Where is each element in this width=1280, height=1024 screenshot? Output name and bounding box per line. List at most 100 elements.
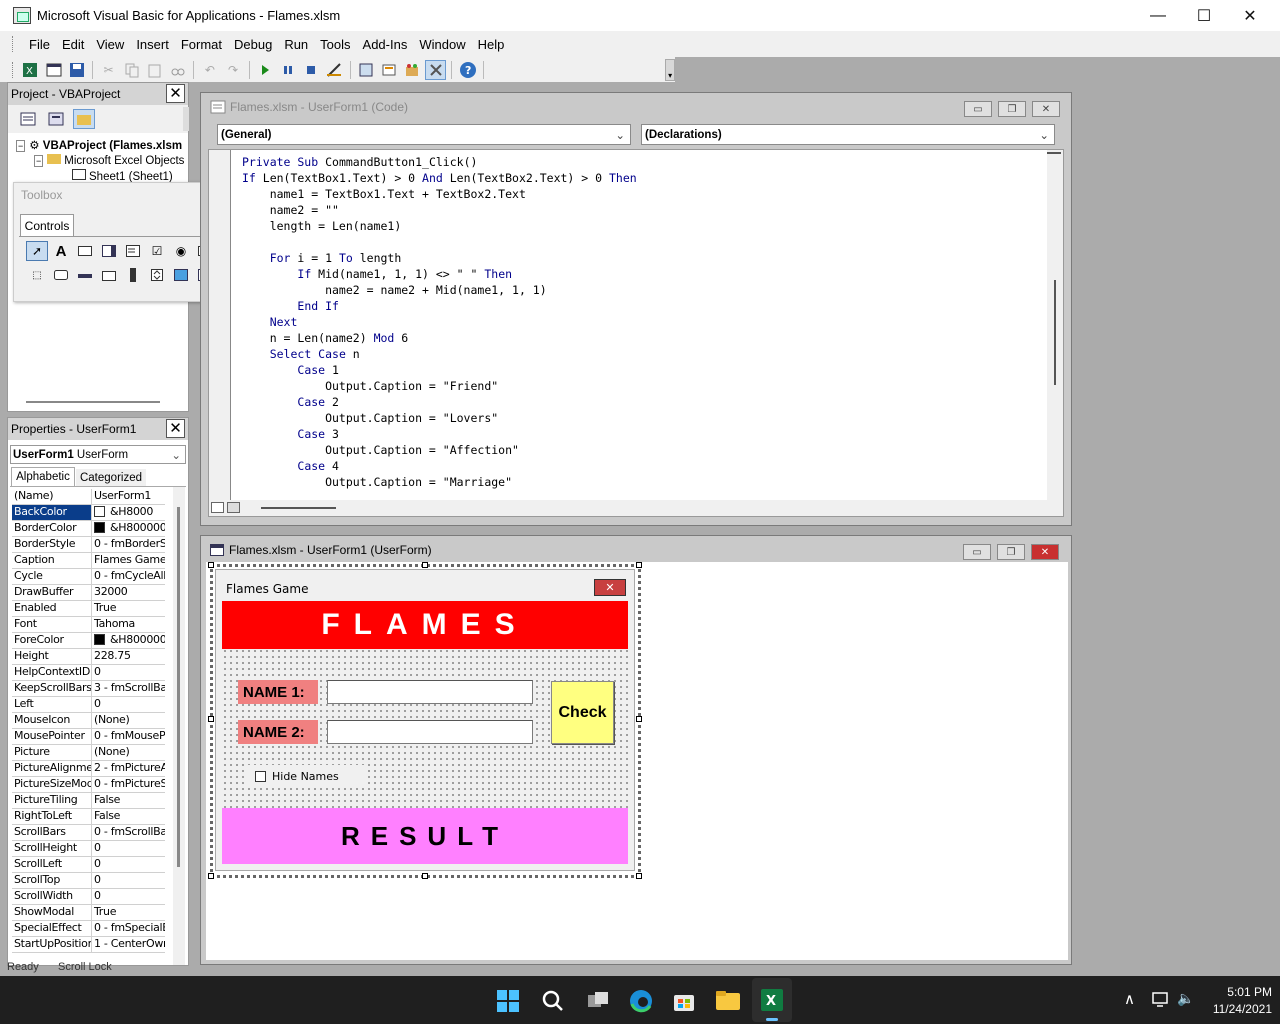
insert-userform-button[interactable] bbox=[43, 60, 64, 80]
break-button[interactable] bbox=[278, 60, 299, 80]
menu-help[interactable]: Help bbox=[472, 37, 511, 52]
property-row[interactable]: BorderColor &H800000 bbox=[12, 521, 165, 537]
property-value[interactable]: 0 bbox=[92, 857, 165, 872]
property-value[interactable]: 0 - fmScrollBar bbox=[92, 825, 165, 840]
tool-checkbox[interactable]: ☑ bbox=[146, 241, 168, 261]
property-row[interactable]: PictureAlignmen 2 - fmPictureAl bbox=[12, 761, 165, 777]
resize-handle[interactable] bbox=[208, 716, 214, 722]
property-row[interactable]: KeepScrollBarsV 3 - fmScrollBar bbox=[12, 681, 165, 697]
property-row[interactable]: Left 0 bbox=[12, 697, 165, 713]
designer-minimize-button[interactable]: ▭ bbox=[963, 544, 991, 560]
name2-textbox[interactable] bbox=[327, 720, 533, 744]
view-excel-button[interactable]: X bbox=[20, 60, 41, 80]
property-value[interactable]: (None) bbox=[92, 745, 165, 760]
volume-icon[interactable]: 🔈 bbox=[1177, 990, 1194, 1007]
property-row[interactable]: Picture (None) bbox=[12, 745, 165, 761]
reset-button[interactable] bbox=[301, 60, 322, 80]
minimize-button[interactable]: — bbox=[1135, 0, 1181, 31]
scroll-thumb[interactable] bbox=[1054, 280, 1056, 385]
code-minimize-button[interactable]: ▭ bbox=[964, 101, 992, 117]
property-row[interactable]: ScrollHeight 0 bbox=[12, 841, 165, 857]
menu-edit[interactable]: Edit bbox=[56, 37, 90, 52]
property-row[interactable]: ScrollTop 0 bbox=[12, 873, 165, 889]
code-line[interactable]: If Len(TextBox1.Text) > 0 And Len(TextBo… bbox=[242, 170, 1042, 186]
property-row[interactable]: PictureTiling False bbox=[12, 793, 165, 809]
toolbox-button[interactable] bbox=[424, 59, 447, 80]
hscroll-thumb[interactable] bbox=[261, 507, 336, 509]
code-line[interactable]: Output.Caption = "Lovers" bbox=[242, 410, 1042, 426]
code-line[interactable]: End If bbox=[242, 298, 1042, 314]
code-line[interactable]: Output.Caption = "Friend" bbox=[242, 378, 1042, 394]
code-editor[interactable]: Private Sub CommandButton1_Click() If Len… bbox=[208, 149, 1064, 517]
paste-button[interactable] bbox=[144, 60, 165, 80]
property-row[interactable]: MouseIcon (None) bbox=[12, 713, 165, 729]
property-value[interactable]: 3 - fmScrollBar bbox=[92, 681, 165, 696]
property-row[interactable]: RightToLeft False bbox=[12, 809, 165, 825]
code-line[interactable]: Select Case n bbox=[242, 346, 1042, 362]
help-button[interactable]: ? bbox=[457, 60, 478, 80]
property-value[interactable]: 228.75 bbox=[92, 649, 165, 664]
property-value[interactable]: UserForm1 bbox=[92, 489, 165, 504]
check-button[interactable]: Check bbox=[551, 681, 614, 744]
resize-handle[interactable] bbox=[636, 562, 642, 568]
run-button[interactable] bbox=[254, 60, 275, 80]
object-combo[interactable]: (General) ⌄ bbox=[217, 124, 631, 145]
property-row[interactable]: Font Tahoma bbox=[12, 617, 165, 633]
excel-taskbar-button[interactable]: X bbox=[752, 978, 792, 1022]
property-row[interactable]: ForeColor &H800000 bbox=[12, 633, 165, 649]
split-bar[interactable] bbox=[1047, 152, 1061, 154]
tool-listbox[interactable] bbox=[122, 241, 144, 261]
procedure-view-button[interactable] bbox=[211, 502, 224, 513]
menu-file[interactable]: File bbox=[23, 37, 56, 52]
menu-window[interactable]: Window bbox=[413, 37, 471, 52]
property-row[interactable]: Enabled True bbox=[12, 601, 165, 617]
toggle-folders-button[interactable] bbox=[73, 109, 95, 129]
form-close-button[interactable]: ✕ bbox=[594, 579, 626, 596]
procedure-combo[interactable]: (Declarations) ⌄ bbox=[641, 124, 1055, 145]
code-line[interactable]: name1 = TextBox1.Text + TextBox2.Text bbox=[242, 186, 1042, 202]
menu-add-ins[interactable]: Add-Ins bbox=[357, 37, 414, 52]
code-restore-button[interactable]: ❐ bbox=[998, 101, 1026, 117]
name1-textbox[interactable] bbox=[327, 680, 533, 704]
property-value[interactable]: 0 bbox=[92, 665, 165, 680]
property-value[interactable]: 0 - fmMousePo bbox=[92, 729, 165, 744]
code-text[interactable]: Private Sub CommandButton1_Click() If Len… bbox=[242, 154, 1042, 498]
code-line[interactable]: Next bbox=[242, 314, 1042, 330]
property-value[interactable]: True bbox=[92, 601, 165, 616]
property-row[interactable]: Caption Flames Game bbox=[12, 553, 165, 569]
property-value[interactable]: 32000 bbox=[92, 585, 165, 600]
property-row[interactable]: BorderStyle 0 - fmBorderSt bbox=[12, 537, 165, 553]
project-explorer-button[interactable] bbox=[356, 60, 377, 80]
properties-close-button[interactable]: ✕ bbox=[166, 419, 185, 438]
tool-frame[interactable]: ⬚ bbox=[26, 265, 48, 285]
code-line[interactable]: Case 4 bbox=[242, 458, 1042, 474]
clock[interactable]: 5:01 PM 11/24/2021 bbox=[1200, 984, 1272, 1018]
properties-window-button[interactable] bbox=[379, 60, 400, 80]
tree-item-sheet1[interactable]: Sheet1 (Sheet1) bbox=[72, 169, 173, 183]
project-toolbar-scroll[interactable] bbox=[183, 107, 189, 131]
chevron-up-icon[interactable]: ∧ bbox=[1124, 990, 1135, 1008]
tool-commandbutton[interactable] bbox=[50, 265, 72, 285]
store-button[interactable] bbox=[671, 988, 697, 1014]
code-vscrollbar[interactable] bbox=[1047, 150, 1063, 500]
tool-image[interactable] bbox=[170, 265, 192, 285]
save-button[interactable] bbox=[66, 60, 87, 80]
redo-button[interactable]: ↷ bbox=[222, 60, 243, 80]
menu-tools[interactable]: Tools bbox=[314, 37, 356, 52]
property-value[interactable]: (None) bbox=[92, 713, 165, 728]
code-line[interactable]: n = Len(name2) Mod 6 bbox=[242, 330, 1042, 346]
tab-alphabetic[interactable]: Alphabetic bbox=[11, 467, 75, 486]
maximize-button[interactable]: ☐ bbox=[1181, 0, 1227, 31]
property-row[interactable]: PictureSizeMode 0 - fmPictureSi bbox=[12, 777, 165, 793]
property-row[interactable]: ScrollLeft 0 bbox=[12, 857, 165, 873]
property-value[interactable]: 0 - fmCycleAllF bbox=[92, 569, 165, 584]
property-value[interactable]: False bbox=[92, 809, 165, 824]
designer-restore-button[interactable]: ❐ bbox=[997, 544, 1025, 560]
menu-format[interactable]: Format bbox=[175, 37, 228, 52]
tree-item-excel-objects[interactable]: − Microsoft Excel Objects bbox=[34, 154, 184, 167]
property-value[interactable]: 1 - CenterOwn bbox=[92, 937, 165, 952]
property-value[interactable]: 0 - fmBorderSt bbox=[92, 537, 165, 552]
code-line[interactable]: For i = 1 To length bbox=[242, 250, 1042, 266]
toolbar-overflow-button[interactable]: ▾ bbox=[665, 58, 676, 81]
property-grid-scrollbar[interactable] bbox=[173, 487, 185, 965]
